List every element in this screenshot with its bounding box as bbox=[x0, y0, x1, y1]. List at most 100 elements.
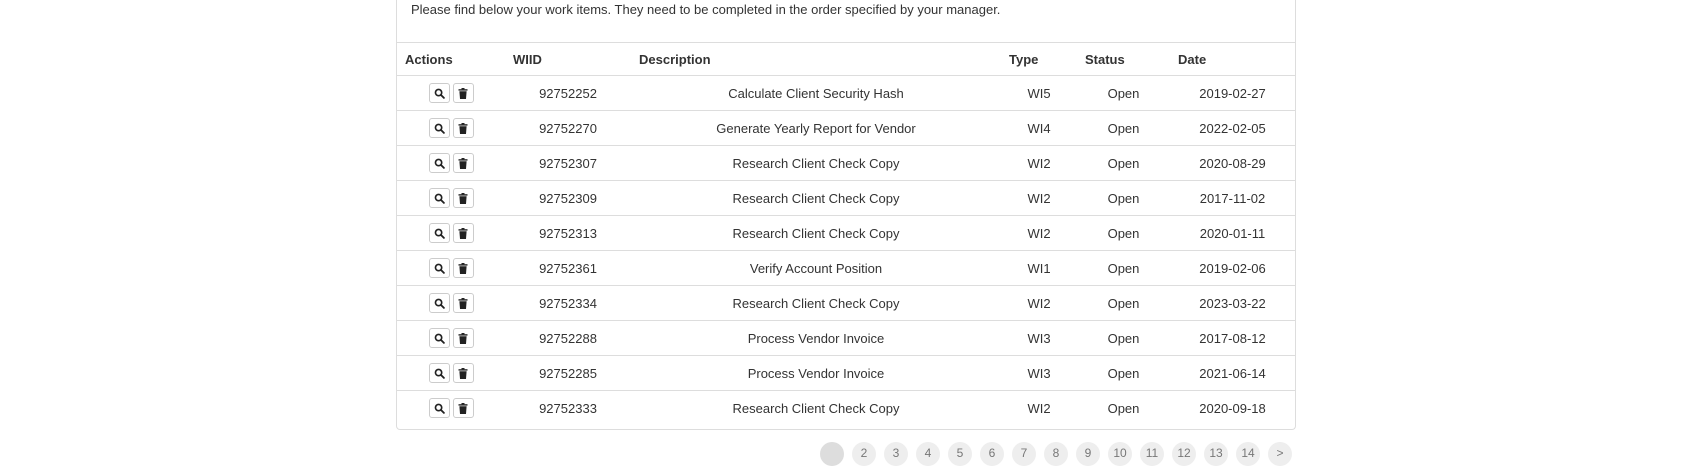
delete-button[interactable] bbox=[452, 223, 474, 243]
cell-description: Verify Account Position bbox=[631, 250, 1001, 286]
search-icon bbox=[434, 263, 445, 274]
pagination-page[interactable]: 5 bbox=[948, 442, 972, 466]
pagination-page[interactable]: 6 bbox=[980, 442, 1004, 466]
view-button[interactable] bbox=[428, 293, 450, 313]
cell-date: 2022-02-05 bbox=[1170, 110, 1295, 146]
pagination-page[interactable]: 10 bbox=[1108, 442, 1132, 466]
cell-wiid: 92752307 bbox=[505, 145, 631, 181]
cell-wiid: 92752270 bbox=[505, 110, 631, 146]
view-button[interactable] bbox=[428, 223, 450, 243]
cell-description: Research Client Check Copy bbox=[631, 285, 1001, 321]
cell-status: Open bbox=[1077, 145, 1170, 181]
table-row: 92752361 Verify Account Position WI1 Open 20… bbox=[397, 250, 1295, 286]
cell-status: Open bbox=[1077, 250, 1170, 286]
pagination-page[interactable]: 3 bbox=[884, 442, 908, 466]
pagination-page[interactable]: 7 bbox=[1012, 442, 1036, 466]
pagination-page[interactable]: 13 bbox=[1204, 442, 1228, 466]
header-type: Type bbox=[1001, 42, 1077, 76]
view-button[interactable] bbox=[428, 188, 450, 208]
cell-date: 2021-06-14 bbox=[1170, 355, 1295, 391]
trash-icon bbox=[458, 227, 468, 239]
search-icon bbox=[434, 368, 445, 379]
pagination-next[interactable]: > bbox=[1268, 442, 1292, 466]
cell-wiid: 92752309 bbox=[505, 180, 631, 216]
cell-wiid: 92752252 bbox=[539, 85, 597, 101]
cell-date: 2017-08-12 bbox=[1170, 320, 1295, 356]
table-row: 92752313 Research Client Check Copy WI2 Ope… bbox=[397, 215, 1295, 251]
row-actions bbox=[397, 390, 505, 425]
search-icon bbox=[434, 88, 445, 99]
view-button[interactable] bbox=[428, 398, 450, 418]
view-button[interactable] bbox=[428, 118, 450, 138]
pagination: 1 2 3 4 5 6 7 8 9 10 11 12 13 14 > bbox=[820, 442, 1292, 466]
work-items-panel: Please find below your work items. They … bbox=[396, 0, 1296, 430]
table-row: 92752333 Research Client Check Copy WI2 Ope… bbox=[397, 390, 1295, 425]
delete-button[interactable] bbox=[452, 258, 474, 278]
view-button[interactable] bbox=[428, 83, 450, 103]
table-row: 92752285 Process Vendor Invoice WI3 Open 202… bbox=[397, 355, 1295, 391]
row-actions bbox=[397, 180, 505, 216]
view-button[interactable] bbox=[428, 258, 450, 278]
cell-date: 2020-08-29 bbox=[1170, 145, 1295, 181]
search-icon bbox=[434, 403, 445, 414]
trash-icon bbox=[458, 262, 468, 274]
table-row: 92752252 Calculate Client Security Hash WI… bbox=[397, 76, 1295, 111]
trash-icon bbox=[458, 157, 468, 169]
cell-wiid: 92752333 bbox=[505, 390, 631, 425]
cell-date: 2019-02-06 bbox=[1170, 250, 1295, 286]
view-button[interactable] bbox=[428, 328, 450, 348]
row-actions bbox=[397, 250, 505, 286]
delete-button[interactable] bbox=[452, 398, 474, 418]
cell-wiid: 92752288 bbox=[505, 320, 631, 356]
delete-button[interactable] bbox=[452, 188, 474, 208]
delete-button[interactable] bbox=[452, 293, 474, 313]
pagination-page[interactable]: 4 bbox=[916, 442, 940, 466]
cell-date: 2020-09-18 bbox=[1170, 390, 1295, 425]
cell-date: 2017-11-02 bbox=[1170, 180, 1295, 216]
pagination-page[interactable]: 8 bbox=[1044, 442, 1068, 466]
view-button[interactable] bbox=[428, 363, 450, 383]
trash-icon bbox=[458, 402, 468, 414]
pagination-page[interactable]: 11 bbox=[1140, 442, 1164, 466]
cell-description: Research Client Check Copy bbox=[631, 215, 1001, 251]
cell-type: WI2 bbox=[1001, 285, 1077, 321]
pagination-page[interactable]: 12 bbox=[1172, 442, 1196, 466]
cell-wiid: 92752285 bbox=[505, 355, 631, 391]
cell-status: Open bbox=[1077, 390, 1170, 425]
intro-text: Please find below your work items. They … bbox=[411, 2, 1001, 17]
table-row: 92752288 Process Vendor Invoice WI3 Open 201… bbox=[397, 320, 1295, 356]
cell-type: WI2 bbox=[1001, 145, 1077, 181]
cell-description: Research Client Check Copy bbox=[631, 390, 1001, 425]
view-button[interactable] bbox=[428, 153, 450, 173]
cell-type: WI3 bbox=[1001, 320, 1077, 356]
cell-description: Generate Yearly Report for Vendor bbox=[631, 110, 1001, 146]
header-date: Date bbox=[1170, 42, 1295, 76]
header-wiid: WIID bbox=[505, 42, 631, 76]
cell-type: WI1 bbox=[1001, 250, 1077, 286]
row-actions bbox=[397, 145, 505, 181]
cell-type: WI2 bbox=[1001, 180, 1077, 216]
pagination-page[interactable]: 1 bbox=[820, 442, 844, 466]
delete-button[interactable] bbox=[452, 83, 474, 103]
cell-type: WI2 bbox=[1001, 390, 1077, 425]
row-actions bbox=[397, 320, 505, 356]
cell-status: Open bbox=[1077, 285, 1170, 321]
delete-button[interactable] bbox=[452, 328, 474, 348]
delete-button[interactable] bbox=[452, 118, 474, 138]
pagination-page[interactable]: 2 bbox=[852, 442, 876, 466]
pagination-page[interactable]: 9 bbox=[1076, 442, 1100, 466]
cell-description: Process Vendor Invoice bbox=[631, 320, 1001, 356]
cell-status: Open bbox=[1077, 320, 1170, 356]
cell-type: WI3 bbox=[1001, 355, 1077, 391]
table-row: 92752270 Generate Yearly Report for Vendo… bbox=[397, 110, 1295, 146]
pagination-page[interactable]: 14 bbox=[1236, 442, 1260, 466]
delete-button[interactable] bbox=[452, 153, 474, 173]
cell-description: Calculate Client Security Hash bbox=[728, 85, 904, 101]
trash-icon bbox=[458, 87, 468, 99]
delete-button[interactable] bbox=[452, 363, 474, 383]
cell-date: 2023-03-22 bbox=[1170, 285, 1295, 321]
header-actions: Actions bbox=[397, 42, 505, 76]
row-actions bbox=[397, 76, 505, 111]
cell-status: Open bbox=[1077, 180, 1170, 216]
trash-icon bbox=[458, 192, 468, 204]
